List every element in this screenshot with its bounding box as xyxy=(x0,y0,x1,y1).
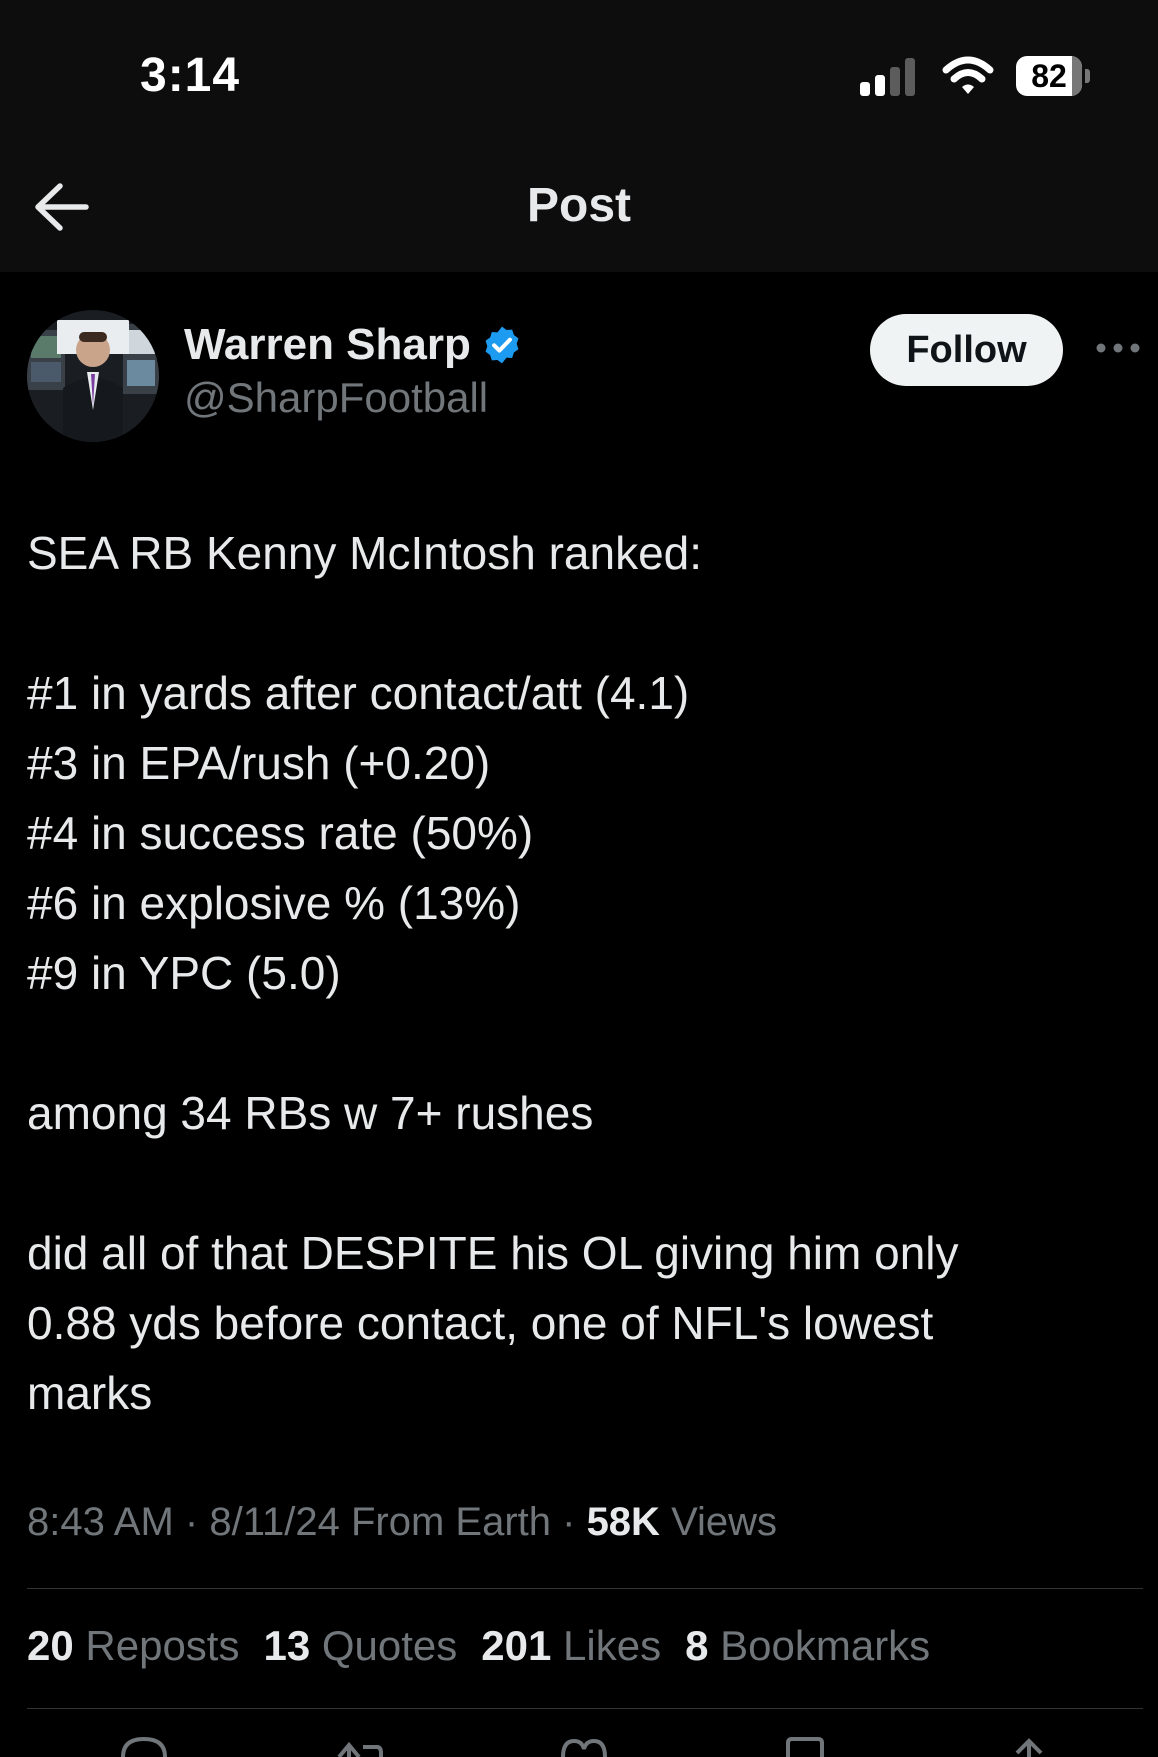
stat-count: 13 xyxy=(263,1622,311,1669)
divider xyxy=(27,1588,1143,1589)
battery-level: 82 xyxy=(1031,57,1067,94)
action-bar xyxy=(0,1735,1158,1757)
like-icon[interactable] xyxy=(557,1735,611,1757)
post-text-line: #4 in success rate (50%) xyxy=(27,807,534,859)
page-title: Post xyxy=(526,179,631,232)
post-text-line: #3 in EPA/rush (+0.20) xyxy=(27,737,491,789)
more-horizontal-icon[interactable] xyxy=(1093,338,1143,358)
post-meta: 8:43 AM · 8/11/24 From Earth · 58K Views xyxy=(27,1500,778,1544)
engagement-stats: 20 Reposts 13 Quotes 201 Likes 8 Bookmar… xyxy=(27,1622,930,1670)
post-text-line: #6 in explosive % (13%) xyxy=(27,877,521,929)
post-text-line: SEA RB Kenny McIntosh ranked: xyxy=(27,527,703,579)
views-count[interactable]: 58K xyxy=(587,1500,660,1544)
avatar[interactable] xyxy=(27,310,159,442)
stat-count: 201 xyxy=(481,1622,552,1669)
post-source: From Earth xyxy=(350,1500,551,1544)
follow-button[interactable]: Follow xyxy=(870,314,1063,386)
stat-label: Likes xyxy=(563,1622,662,1669)
post-text-line: did all of that DESPITE his OL giving hi… xyxy=(27,1227,959,1279)
post-text-line: marks xyxy=(27,1367,153,1419)
post-text-line: 0.88 yds before contact, one of NFL's lo… xyxy=(27,1297,934,1349)
cellular-signal-icon xyxy=(860,58,915,96)
author-handle[interactable]: @SharpFootball xyxy=(184,374,488,422)
post-text: SEA RB Kenny McIntosh ranked: #1 in yards… xyxy=(27,518,1127,1428)
post-date: 8/11/24 xyxy=(209,1500,340,1544)
post-text-line: #9 in YPC (5.0) xyxy=(27,947,341,999)
bookmark-icon[interactable] xyxy=(778,1735,832,1757)
repost-icon[interactable] xyxy=(333,1735,387,1757)
top-bar: 3:14 82 Post xyxy=(0,0,1158,272)
post-text-line: among 34 RBs w 7+ rushes xyxy=(27,1087,594,1139)
author-name[interactable]: Warren Sharp xyxy=(184,320,471,370)
verified-badge-icon xyxy=(485,326,519,364)
post-text-spacer xyxy=(27,1148,1127,1218)
views-label[interactable]: Views xyxy=(671,1500,777,1544)
status-icons: 82 xyxy=(858,54,1092,98)
stat-quotes[interactable]: 13 Quotes xyxy=(263,1622,457,1670)
stat-count: 8 xyxy=(685,1622,709,1669)
post-text-line: #1 in yards after contact/att (4.1) xyxy=(27,667,690,719)
reply-icon[interactable] xyxy=(117,1735,171,1757)
status-time: 3:14 xyxy=(140,49,241,102)
wifi-icon xyxy=(942,56,994,94)
stat-bookmarks[interactable]: 8 Bookmarks xyxy=(685,1622,930,1670)
author-row: Warren Sharp @SharpFootball Follow xyxy=(27,310,1158,442)
post-text-spacer xyxy=(27,588,1127,658)
stat-label: Reposts xyxy=(85,1622,240,1669)
battery-indicator: 82 xyxy=(1016,56,1092,96)
share-icon[interactable] xyxy=(1002,1735,1056,1757)
post-text-spacer xyxy=(27,1008,1127,1078)
stat-label: Bookmarks xyxy=(720,1622,931,1669)
stat-count: 20 xyxy=(27,1622,74,1669)
stat-reposts[interactable]: 20 Reposts xyxy=(27,1622,239,1670)
stat-likes[interactable]: 201 Likes xyxy=(481,1622,661,1670)
stat-label: Quotes xyxy=(321,1622,458,1669)
divider xyxy=(27,1708,1143,1709)
post-time: 8:43 AM xyxy=(27,1500,174,1544)
